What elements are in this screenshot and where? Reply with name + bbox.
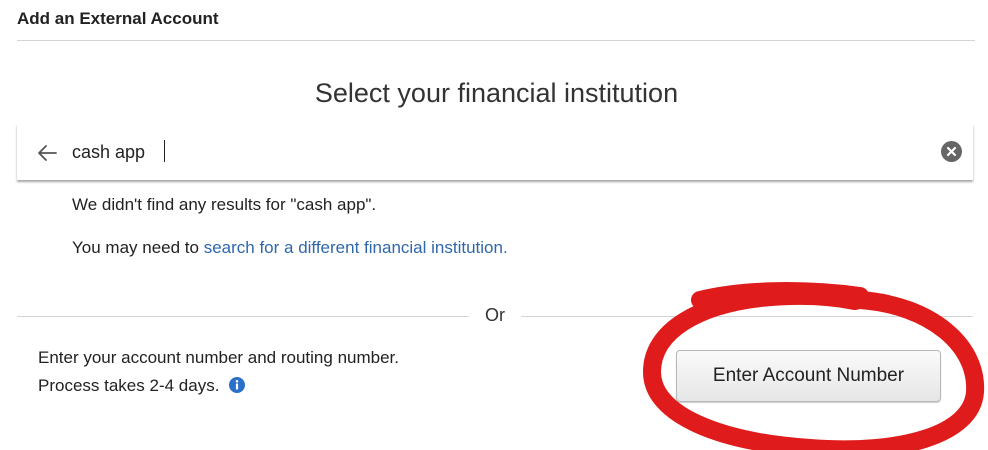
info-circle-icon[interactable] [229, 377, 246, 393]
search-different-institution-link[interactable]: search for a different financial institu… [204, 238, 508, 257]
divider-right [521, 316, 973, 317]
divider-left [17, 316, 469, 317]
search-hint: You may need to search for a different f… [72, 238, 508, 258]
enter-account-number-button[interactable]: Enter Account Number [676, 350, 941, 402]
no-results-message: We didn't find any results for "cash app… [72, 195, 377, 214]
search-box [17, 124, 973, 180]
or-divider-label: Or [485, 305, 505, 325]
manual-entry-duration: Process takes 2-4 days. [38, 376, 246, 396]
manual-entry-duration-text: Process takes 2-4 days. [38, 376, 220, 395]
search-input[interactable] [72, 138, 922, 166]
header-divider [17, 40, 975, 41]
page-heading: Select your financial institution [314, 78, 679, 108]
arrow-left-icon[interactable] [36, 142, 58, 164]
hint-prefix: You may need to [72, 238, 204, 257]
text-caret [164, 140, 165, 162]
clear-circle-x-icon[interactable] [941, 141, 962, 162]
manual-entry-description: Enter your account number and routing nu… [38, 348, 399, 367]
page-header-title: Add an External Account [17, 9, 219, 28]
